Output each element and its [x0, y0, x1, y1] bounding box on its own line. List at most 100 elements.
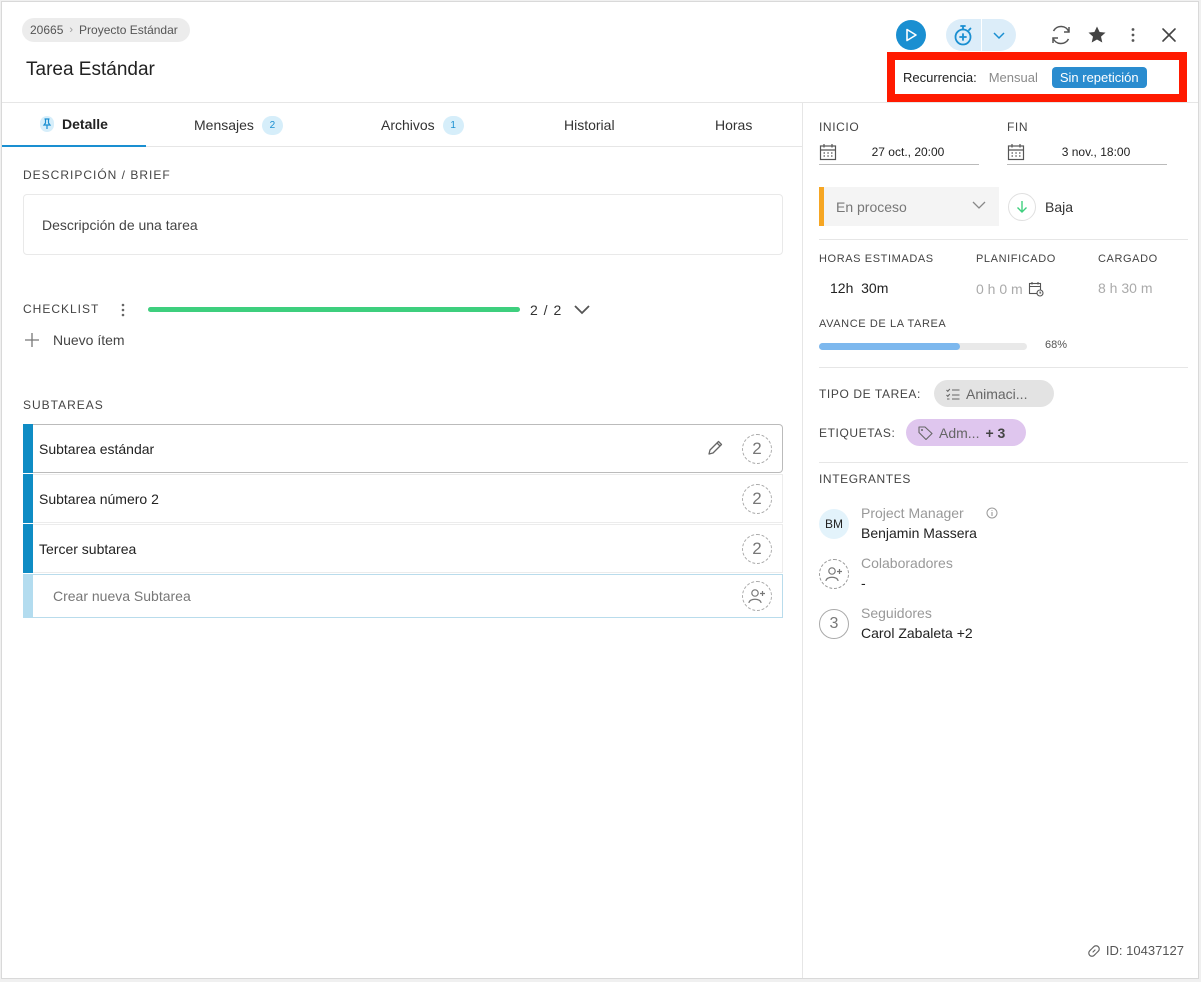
add-user-icon [825, 567, 842, 582]
refresh-icon [1052, 25, 1070, 45]
task-type-chip[interactable]: Animaci... [934, 380, 1054, 407]
subtask-row[interactable]: Subtarea número 2 2 [23, 474, 783, 523]
chevron-right-icon: › [69, 24, 74, 36]
end-date-field[interactable]: 3 nov., 18:00 [1007, 139, 1167, 165]
kebab-menu-icon [121, 303, 125, 317]
play-button[interactable] [896, 20, 926, 50]
subtask-assignee-count[interactable]: 2 [742, 434, 772, 464]
task-progress-fill [819, 343, 961, 350]
subtask-assignee-count[interactable]: 2 [742, 484, 772, 514]
estimated-hours-m: 30m [861, 280, 889, 296]
end-date-value: 3 nov., 18:00 [1061, 144, 1131, 159]
tab-bar: Detalle Mensajes 2 Archivos 1 Historial … [2, 103, 802, 147]
add-user-icon [748, 589, 765, 604]
calendar-clock-icon [1028, 282, 1044, 297]
edit-subtask-button[interactable] [706, 439, 726, 459]
add-collaborator-button[interactable] [819, 559, 849, 589]
recurrence-selector: Recurrencia: Mensual Sin repetición [887, 52, 1187, 102]
subtask-name: Subtarea número 2 [39, 490, 159, 507]
followers-count[interactable]: 3 [819, 609, 849, 639]
assign-user-button[interactable] [742, 581, 772, 611]
checklist-icon [946, 388, 960, 400]
checklist-count: 2 / 2 [530, 302, 563, 318]
tab-detalle[interactable]: Detalle [2, 103, 146, 147]
divider [819, 367, 1188, 368]
planned-hours[interactable]: 0 h 0 m [976, 281, 1044, 297]
chevron-down-icon [972, 201, 986, 209]
timer-dropdown-button[interactable] [981, 19, 1016, 51]
checklist-progress-fill [148, 307, 520, 312]
tab-label: Archivos [381, 117, 435, 133]
collaborators-role: Colaboradores [861, 555, 953, 571]
tab-label: Detalle [62, 116, 108, 132]
divider [819, 462, 1188, 463]
tab-historial[interactable]: Historial [564, 103, 615, 147]
start-date-field[interactable]: 27 oct., 20:00 [819, 139, 979, 165]
tags-label: ETIQUETAS: [819, 426, 896, 440]
calendar-icon [819, 143, 837, 160]
task-id-link[interactable]: ID: 10437127 [1087, 943, 1184, 958]
followers-name: Carol Zabaleta +2 [861, 625, 973, 641]
refresh-button[interactable] [1048, 22, 1074, 48]
recurrence-option-monthly[interactable]: Mensual [989, 70, 1038, 85]
subtask-name: Subtarea estándar [39, 440, 155, 457]
tab-archivos[interactable]: Archivos 1 [381, 103, 464, 147]
tab-mensajes[interactable]: Mensajes 2 [194, 103, 283, 147]
play-icon [906, 28, 917, 42]
tab-label: Mensajes [194, 117, 254, 133]
description-field[interactable]: Descripción de una tarea [23, 194, 783, 255]
subtask-row[interactable]: Tercer subtarea 2 [23, 524, 783, 573]
status-select[interactable]: En proceso [819, 187, 999, 226]
breadcrumb-project-name[interactable]: Proyecto Estándar [79, 23, 178, 37]
estimated-hours-field[interactable]: 12h 30m [830, 280, 888, 296]
breadcrumb[interactable]: 20665 › Proyecto Estándar [22, 18, 190, 42]
tag-icon [918, 425, 933, 440]
page-title[interactable]: Tarea Estándar [26, 59, 155, 81]
star-icon [1088, 26, 1106, 43]
tags-chip[interactable]: Adm... + 3 [906, 419, 1026, 446]
checklist-expand-button[interactable] [573, 302, 593, 318]
divider [819, 239, 1188, 240]
favorite-button[interactable] [1084, 22, 1110, 48]
planned-value: 0 h 0 m [976, 281, 1023, 297]
more-options-button[interactable] [1120, 22, 1146, 48]
end-date-label: FIN [1007, 120, 1029, 134]
loaded-label: CARGADO [1098, 253, 1158, 265]
checklist-options-button[interactable] [118, 301, 128, 319]
task-type-label: TIPO DE TAREA: [819, 387, 921, 401]
new-checklist-item-button[interactable]: Nuevo ítem [25, 332, 125, 348]
close-button[interactable] [1156, 22, 1182, 48]
tab-horas[interactable]: Horas [715, 103, 752, 147]
subtask-name: Tercer subtarea [39, 540, 137, 557]
recurrence-option-none[interactable]: Sin repetición [1051, 66, 1147, 88]
task-modal: 20665 › Proyecto Estándar Tarea Estándar [1, 1, 1199, 979]
start-date-value: 27 oct., 20:00 [871, 144, 945, 159]
close-icon [1162, 28, 1176, 42]
calendar-icon [1007, 143, 1025, 160]
project-manager-role: Project Manager [861, 505, 998, 521]
task-progress-bar [819, 343, 1027, 350]
tags-more-count: + 3 [985, 424, 1006, 441]
timer-button-group [946, 19, 1016, 51]
collaborators-name: - [861, 575, 866, 591]
avatar[interactable]: BM [819, 509, 849, 539]
new-subtask-input[interactable]: Crear nueva Subtarea [23, 574, 783, 618]
priority-value: Baja [1045, 199, 1074, 215]
start-date-label: INICIO [819, 120, 860, 134]
subtask-assignee-count[interactable]: 2 [742, 534, 772, 564]
tab-label: Horas [715, 117, 753, 133]
link-icon [1088, 944, 1100, 957]
tag-value: Adm... [939, 424, 980, 441]
timer-button[interactable] [946, 19, 981, 51]
members-label: INTEGRANTES [819, 472, 911, 486]
priority-select[interactable]: Baja [1008, 193, 1073, 221]
pin-icon [40, 116, 55, 132]
subtask-row[interactable]: Subtarea estándar 2 [23, 424, 783, 473]
column-divider [802, 102, 803, 978]
arrow-down-icon [1017, 201, 1027, 213]
breadcrumb-project-id[interactable]: 20665 [30, 23, 63, 37]
pm-name: Benjamin Massera [861, 525, 977, 541]
kebab-menu-icon [1131, 28, 1135, 42]
planned-label: PLANIFICADO [976, 253, 1056, 265]
info-icon[interactable] [986, 507, 998, 519]
